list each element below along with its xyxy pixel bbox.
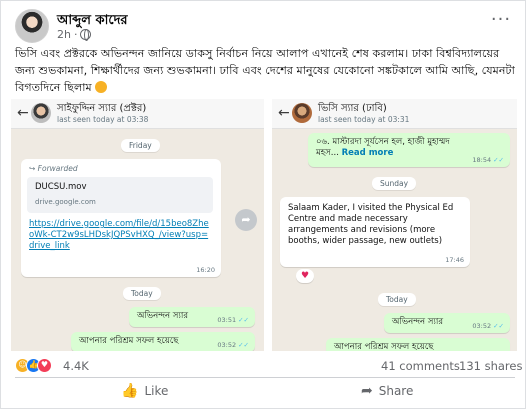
forwarded-label: ↪ Forwarded xyxy=(29,164,78,173)
message-time-meta: 18:54 ✓✓ xyxy=(472,156,504,164)
more-options-button[interactable]: ··· xyxy=(489,11,513,33)
like-button[interactable]: 👍 Like xyxy=(121,380,168,402)
read-ticks-icon: ✓✓ xyxy=(238,341,249,349)
post-header: আব্দুল কাদের 2h · ··· xyxy=(15,9,515,43)
author-avatar[interactable] xyxy=(15,9,49,43)
emoji-icon xyxy=(95,81,108,93)
outgoing-message: আপনার পরিশ্রম সফল হয়েছে 03:52 ✓✓ xyxy=(71,332,255,351)
contact-avatar xyxy=(31,103,51,123)
forwarded-message: ↪ Forwarded DUCSU.mov drive.google.com h… xyxy=(21,159,221,277)
chat-screenshot-proctor: ← সাইফুদ্দিন স্যার (প্রক্টর) last seen t… xyxy=(11,99,264,351)
date-chip-sunday: Sunday xyxy=(372,177,417,190)
actions-divider xyxy=(15,377,515,378)
heart-reaction-icon[interactable]: ♥ xyxy=(296,269,314,283)
message-time: 16:20 xyxy=(196,266,215,274)
incoming-message: Salaam Kader, I visited the Physical Ed … xyxy=(280,197,470,267)
media-divider xyxy=(264,99,272,351)
read-ticks-icon: ✓✓ xyxy=(493,322,504,330)
message-time-meta: 03:52 ✓✓ xyxy=(472,322,504,330)
outgoing-message: অভিনন্দন স্যার 03:52 ✓✓ xyxy=(384,313,510,333)
facebook-post: আব্দুল কাদের 2h · ··· ভিসি এবং প্রক্টরকে… xyxy=(0,0,526,409)
message-text: আপনার পরিশ্রম সফল হয়েছে xyxy=(334,342,434,351)
chat-screenshot-vc: ← ভিসি স্যার (ঢাবি) last seen today at 0… xyxy=(272,99,517,351)
read-more-link[interactable]: Read more xyxy=(342,148,394,158)
contact-avatar xyxy=(292,103,312,123)
shares-count[interactable]: 131 shares xyxy=(459,359,522,373)
file-domain: drive.google.com xyxy=(35,198,96,206)
globe-icon xyxy=(80,29,92,41)
date-chip-friday: Friday xyxy=(121,139,160,152)
caption-text: ভিসি এবং প্রক্টরকে অভিনন্দন জানিয়ে ডাকস… xyxy=(15,47,515,94)
chat-header: ← ভিসি স্যার (ঢাবি) last seen today at 0… xyxy=(272,99,517,129)
read-ticks-icon: ✓✓ xyxy=(238,316,249,324)
share-arrow-icon: ➦ xyxy=(361,383,373,399)
post-image[interactable]: ← সাইফুদ্দিন স্যার (প্রক্টর) last seen t… xyxy=(11,99,517,351)
reaction-count[interactable]: 4.4K xyxy=(63,359,89,373)
post-caption: ভিসি এবং প্রক্টরকে অভিনন্দন জানিয়ে ডাকস… xyxy=(15,45,515,96)
comments-count[interactable]: 41 comments xyxy=(381,359,460,373)
share-button[interactable]: ➦ Share xyxy=(361,380,413,402)
message-time: 17:46 xyxy=(445,256,464,264)
share-label: Share xyxy=(378,384,414,398)
message-text: Salaam Kader, I visited the Physical Ed … xyxy=(288,203,454,246)
message-text: আপনার পরিশ্রম সফল হয়েছে xyxy=(79,336,179,346)
file-name: DUCSU.mov xyxy=(35,182,87,192)
back-arrow-icon: ← xyxy=(17,105,29,121)
chat-header: ← সাইফুদ্দিন স্যার (প্রক্টর) last seen t… xyxy=(11,99,264,129)
message-time-meta: 03:51 ✓✓ xyxy=(217,316,249,324)
drive-link[interactable]: https://drive.google.com/file/d/15beo8Zh… xyxy=(29,219,209,252)
love-reaction-icon: ♥ xyxy=(37,358,52,373)
reaction-icons[interactable]: ☺ 👍 ♥ xyxy=(15,358,65,374)
message-text: অভিনন্দন স্যার xyxy=(137,311,189,321)
date-chip-today: Today xyxy=(378,293,416,306)
file-preview-card[interactable]: DUCSU.mov drive.google.com xyxy=(27,177,213,213)
reactions-bar: ☺ 👍 ♥ 4.4K 41 comments 131 shares xyxy=(15,357,522,375)
forward-share-icon[interactable]: ➦ xyxy=(235,209,257,231)
message-text: অভিনন্দন স্যার xyxy=(392,317,444,327)
contact-status: last seen today at 03:31 xyxy=(318,115,410,124)
message-text: ০৬. মাস্টারদা সূর্যসেন হল, হাজী মুহাম্মদ… xyxy=(316,137,450,158)
thumbs-up-icon: 👍 xyxy=(121,383,139,399)
message-time-meta: 03:52 ✓✓ xyxy=(217,341,249,349)
like-label: Like xyxy=(144,384,169,398)
post-timestamp[interactable]: 2h xyxy=(57,28,71,41)
outgoing-message: ০৬. মাস্টারদা সূর্যসেন হল, হাজী মুহাম্মদ… xyxy=(308,133,510,167)
back-arrow-icon: ← xyxy=(278,105,290,121)
contact-status: last seen today at 03:38 xyxy=(57,115,149,124)
post-meta: 2h · xyxy=(57,28,92,41)
outgoing-message: আপনার পরিশ্রম সফল হয়েছে xyxy=(326,338,510,351)
outgoing-message: অভিনন্দন স্যার 03:51 ✓✓ xyxy=(129,307,255,327)
date-chip-today: Today xyxy=(123,287,161,300)
read-ticks-icon: ✓✓ xyxy=(493,156,504,164)
